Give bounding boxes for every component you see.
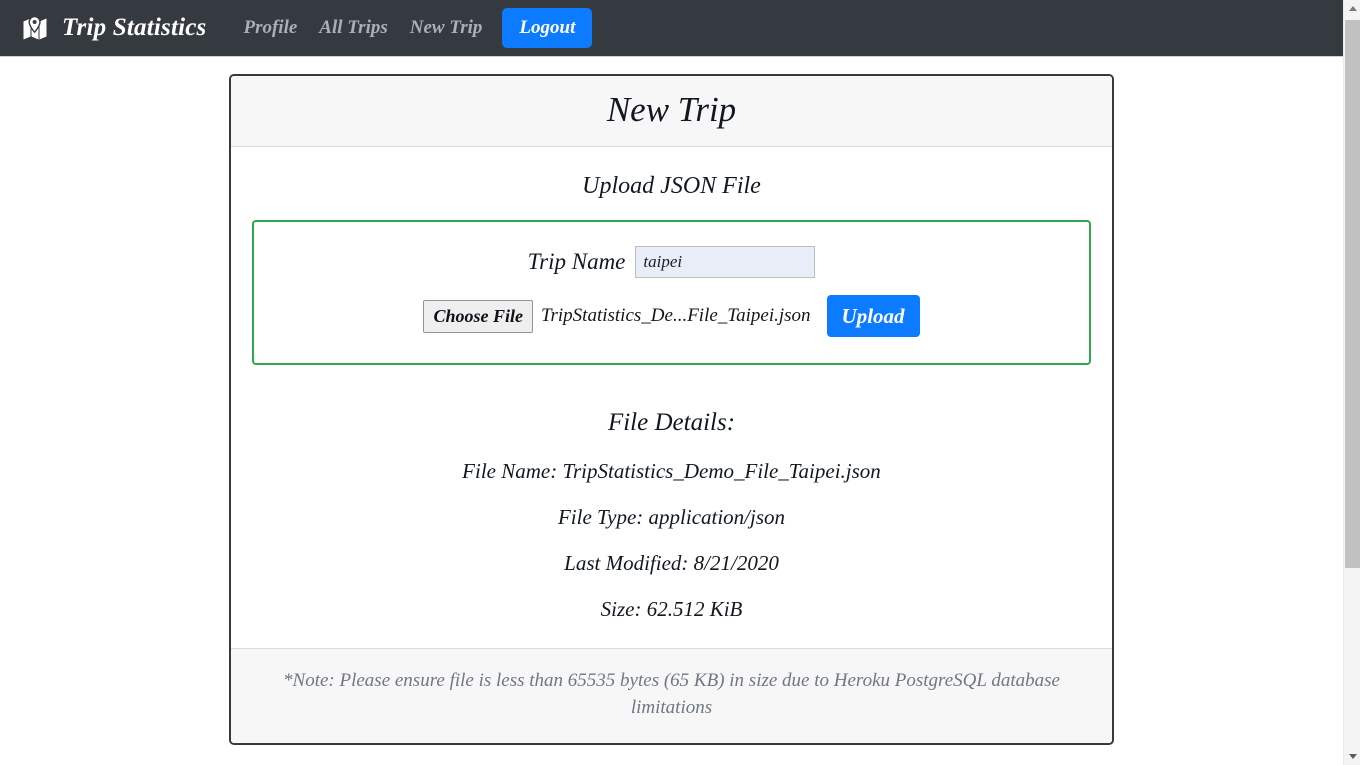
browser-viewport: Trip Statistics Profile All Trips New Tr… [0,0,1360,765]
nav-link-all-trips[interactable]: All Trips [308,11,398,45]
map-marked-icon [22,15,52,41]
main-navbar: Trip Statistics Profile All Trips New Tr… [0,0,1343,57]
file-detail-name: File Name: TripStatistics_Demo_File_Taip… [462,459,881,484]
new-trip-card-footer: *Note: Please ensure file is less than 6… [231,648,1112,744]
scroll-up-button[interactable] [1344,0,1360,17]
trip-name-label: Trip Name [527,249,626,275]
file-input-group[interactable]: Choose File TripStatistics_De...File_Tai… [423,299,816,334]
upload-json-form: Trip Name Choose File TripStatistics_De.… [252,220,1091,366]
file-details-title: File Details: [607,409,736,437]
file-detail-last-modified: Last Modified: 8/21/2020 [564,551,779,576]
brand-link[interactable]: Trip Statistics [22,14,206,42]
scrollbar-thumb[interactable] [1345,20,1360,568]
trip-name-input[interactable] [635,246,816,279]
page-content: Trip Statistics Profile All Trips New Tr… [0,0,1343,765]
upload-button[interactable]: Upload [826,295,920,338]
scroll-up-arrow-icon [1348,6,1357,11]
file-details-section: File Details: File Name: TripStatistics_… [251,409,1092,622]
content-area: New Trip Upload JSON File Trip Name Choo… [0,57,1343,765]
choose-file-button[interactable]: Choose File [423,299,533,334]
new-trip-card-header: New Trip [231,76,1112,148]
new-trip-card: New Trip Upload JSON File Trip Name Choo… [229,74,1114,746]
file-upload-row: Choose File TripStatistics_De...File_Tai… [274,295,1069,338]
scroll-down-arrow-icon [1348,754,1357,759]
file-detail-size: Size: 62.512 KiB [600,597,743,622]
new-trip-card-body: Upload JSON File Trip Name Choose File T… [231,147,1112,648]
selected-file-name: TripStatistics_De...File_Taipei.json [540,305,811,327]
page-title: New Trip [606,90,737,129]
brand-label: Trip Statistics [62,14,207,41]
page-scrollbar[interactable] [1343,0,1360,765]
file-detail-type: File Type: application/json [557,505,786,530]
navbar-links: Profile All Trips New Trip Logout [232,8,593,48]
scroll-down-button[interactable] [1344,748,1360,765]
nav-link-profile[interactable]: Profile [232,11,308,45]
trip-name-row: Trip Name [274,246,1069,279]
nav-link-new-trip[interactable]: New Trip [399,11,494,45]
upload-section-title: Upload JSON File [582,173,761,200]
logout-button[interactable]: Logout [502,8,593,48]
size-limit-note: *Note: Please ensure file is less than 6… [283,670,1060,719]
